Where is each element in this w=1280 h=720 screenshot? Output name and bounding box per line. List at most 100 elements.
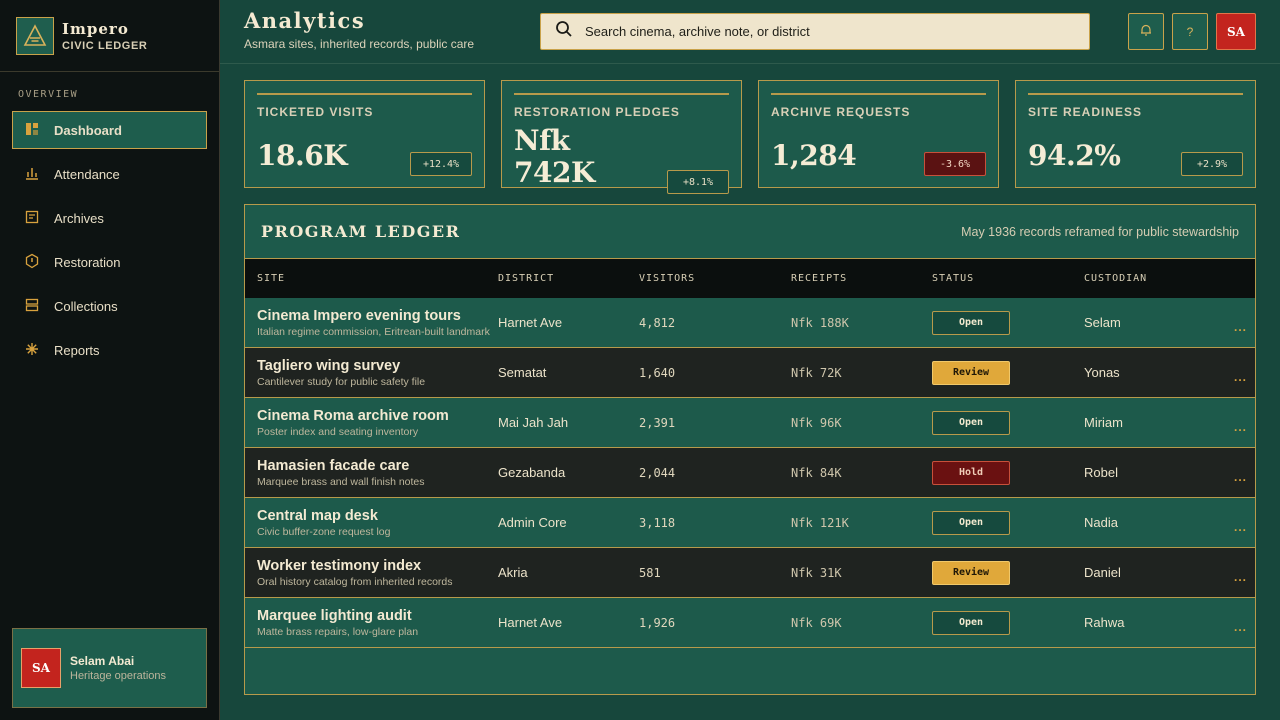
kpi-value: 94.2% bbox=[1028, 139, 1121, 172]
nav-section-label: OVERVIEW bbox=[18, 89, 79, 100]
receipts-cell: Nfk 121K bbox=[791, 515, 849, 530]
table-row[interactable]: Cinema Impero evening tours Italian regim… bbox=[245, 298, 1255, 348]
bell-icon bbox=[1139, 23, 1153, 40]
district-cell: Harnet Ave bbox=[498, 315, 563, 330]
sidebar-item-reports[interactable]: Reports bbox=[12, 331, 207, 369]
column-header-district[interactable]: DISTRICT bbox=[498, 273, 639, 284]
kpi-value: Nfk 742K bbox=[514, 124, 595, 189]
site-name: Tagliero wing survey bbox=[257, 357, 401, 374]
kpi-delta-badge: +8.1% bbox=[667, 170, 729, 194]
brand-subtitle: CIVIC LEDGER bbox=[62, 39, 148, 52]
site-name: Marquee lighting audit bbox=[257, 607, 412, 624]
page-subtitle: Asmara sites, inherited records, public … bbox=[244, 37, 475, 51]
visitors-cell: 3,118 bbox=[639, 515, 676, 530]
sidebar-item-collections[interactable]: Collections bbox=[12, 287, 207, 325]
column-header-receipts[interactable]: RECEIPTS bbox=[791, 273, 932, 284]
more-options-icon[interactable]: ... bbox=[1234, 420, 1247, 434]
archive-icon bbox=[24, 209, 40, 228]
help-button[interactable]: ? bbox=[1172, 13, 1208, 50]
visitors-cell: 1,640 bbox=[639, 365, 676, 380]
site-note: Cantilever study for public safety file bbox=[257, 375, 426, 388]
sidebar-item-dashboard[interactable]: Dashboard bbox=[12, 111, 207, 149]
more-options-icon[interactable]: ... bbox=[1234, 570, 1247, 584]
site-name: Cinema Impero evening tours bbox=[257, 307, 461, 324]
district-cell: Gezabanda bbox=[498, 465, 566, 480]
column-header-status[interactable]: STATUS bbox=[932, 273, 1084, 284]
status-badge: Review bbox=[932, 360, 1010, 385]
program-ledger: PROGRAM LEDGER May 1936 records reframed… bbox=[244, 204, 1256, 695]
sidebar-item-label: Dashboard bbox=[54, 122, 122, 138]
site-name: Cinema Roma archive room bbox=[257, 407, 449, 424]
table-row[interactable]: Hamasien facade care Marquee brass and wa… bbox=[245, 448, 1255, 498]
sidebar-nav: Dashboard Attendance Archives Restoratio… bbox=[12, 111, 207, 375]
custodian-cell: Miriam bbox=[1084, 415, 1123, 430]
status-badge: Open bbox=[932, 510, 1010, 535]
search-input[interactable] bbox=[585, 24, 1089, 39]
site-name: Hamasien facade care bbox=[257, 457, 410, 474]
table-row[interactable]: Central map desk Civic buffer-zone reques… bbox=[245, 498, 1255, 548]
kpi-delta-badge: -3.6% bbox=[924, 152, 986, 176]
table-row[interactable]: Marquee lighting audit Matte brass repair… bbox=[245, 598, 1255, 648]
kpi-card-archive-requests[interactable]: ARCHIVE REQUESTS 1,284 -3.6% bbox=[758, 80, 999, 188]
kpi-label: RESTORATION PLEDGES bbox=[514, 105, 680, 119]
ledger-note: May 1936 records reframed for public ste… bbox=[961, 225, 1239, 239]
avatar: SA bbox=[21, 648, 61, 688]
sidebar-item-restoration[interactable]: Restoration bbox=[12, 243, 207, 281]
sidebar-item-attendance[interactable]: Attendance bbox=[12, 155, 207, 193]
district-cell: Sematat bbox=[498, 365, 547, 380]
header-divider bbox=[220, 63, 1280, 64]
table-header: SITE DISTRICT VISITORS RECEIPTS STATUS C… bbox=[245, 259, 1255, 298]
user-name: Selam Abai bbox=[70, 654, 135, 668]
receipts-cell: Nfk 72K bbox=[791, 365, 842, 380]
sidebar-item-label: Reports bbox=[54, 342, 100, 358]
page-title: Analytics bbox=[244, 8, 366, 33]
more-options-icon[interactable]: ... bbox=[1234, 320, 1247, 334]
logo-icon bbox=[16, 16, 54, 55]
profile-button[interactable]: SA bbox=[1216, 13, 1256, 50]
kpi-delta-badge: +12.4% bbox=[410, 152, 472, 176]
brand-title: Impero bbox=[62, 19, 129, 38]
sidebar-item-archives[interactable]: Archives bbox=[12, 199, 207, 237]
site-note: Marquee brass and wall finish notes bbox=[257, 475, 425, 488]
status-badge: Open bbox=[932, 610, 1010, 635]
column-header-visitors[interactable]: VISITORS bbox=[639, 273, 791, 284]
sidebar-item-label: Collections bbox=[54, 298, 118, 314]
sidebar-item-label: Attendance bbox=[54, 166, 120, 182]
kpi-card-restoration-pledges[interactable]: RESTORATION PLEDGES Nfk 742K +8.1% bbox=[501, 80, 742, 194]
kpi-value: 18.6K bbox=[257, 139, 348, 172]
site-name: Worker testimony index bbox=[257, 557, 422, 574]
column-header-site[interactable]: SITE bbox=[245, 273, 498, 284]
column-header-custodian[interactable]: CUSTODIAN bbox=[1084, 273, 1204, 284]
custodian-cell: Yonas bbox=[1084, 365, 1120, 380]
user-card[interactable]: SA Selam Abai Heritage operations bbox=[12, 628, 207, 708]
notifications-button[interactable] bbox=[1128, 13, 1164, 50]
table-row[interactable]: Worker testimony index Oral history catal… bbox=[245, 548, 1255, 598]
kpi-label: ARCHIVE REQUESTS bbox=[771, 105, 911, 119]
table-row[interactable]: Tagliero wing survey Cantilever study for… bbox=[245, 348, 1255, 398]
more-options-icon[interactable]: ... bbox=[1234, 620, 1247, 634]
more-options-icon[interactable]: ... bbox=[1234, 370, 1247, 384]
more-options-icon[interactable]: ... bbox=[1234, 520, 1247, 534]
ledger-title: PROGRAM LEDGER bbox=[261, 222, 461, 241]
custodian-cell: Selam bbox=[1084, 315, 1121, 330]
more-options-icon[interactable]: ... bbox=[1234, 470, 1247, 484]
status-badge: Open bbox=[932, 410, 1010, 435]
receipts-cell: Nfk 69K bbox=[791, 615, 842, 630]
asterisk-icon bbox=[24, 341, 40, 360]
search-bar bbox=[540, 13, 1090, 50]
sidebar-item-label: Archives bbox=[54, 210, 104, 226]
visitors-cell: 2,391 bbox=[639, 415, 676, 430]
kpi-card-ticketed-visits[interactable]: TICKETED VISITS 18.6K +12.4% bbox=[244, 80, 485, 188]
custodian-cell: Robel bbox=[1084, 465, 1118, 480]
kpi-label: SITE READINESS bbox=[1028, 105, 1143, 119]
status-badge: Open bbox=[932, 310, 1010, 335]
custodian-cell: Nadia bbox=[1084, 515, 1118, 530]
user-role: Heritage operations bbox=[70, 670, 167, 682]
kpi-card-site-readiness[interactable]: SITE READINESS 94.2% +2.9% bbox=[1015, 80, 1256, 188]
help-icon: ? bbox=[1186, 24, 1194, 39]
kpi-delta-badge: +2.9% bbox=[1181, 152, 1243, 176]
search-icon bbox=[555, 20, 573, 43]
visitors-cell: 4,812 bbox=[639, 315, 676, 330]
brand[interactable]: Impero CIVIC LEDGER bbox=[0, 0, 219, 72]
table-row[interactable]: Cinema Roma archive room Poster index and… bbox=[245, 398, 1255, 448]
